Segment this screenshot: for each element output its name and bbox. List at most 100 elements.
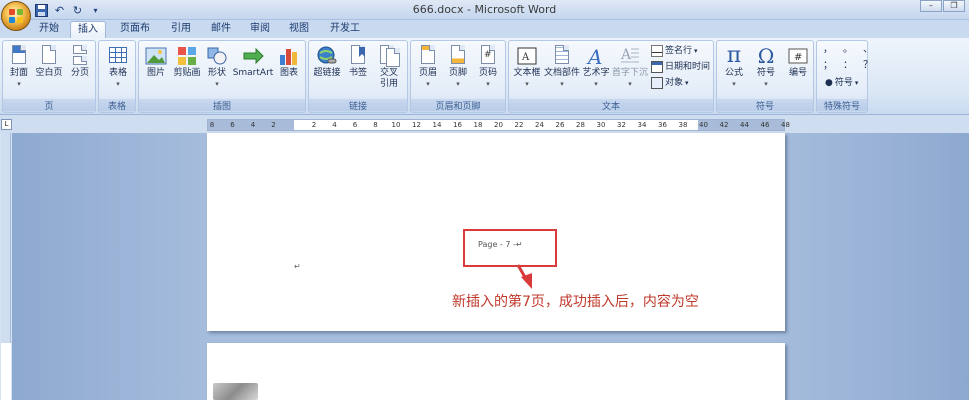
group-label-symbols: 符号 [717,99,813,112]
image-thumbnail[interactable] [213,383,258,400]
number-box-icon: # [787,45,809,67]
shapes-button[interactable]: 形状 ▾ [203,43,231,90]
tab-view[interactable]: 视图 [282,21,316,38]
group-label-header-footer: 页眉和页脚 [411,99,505,112]
ruler-number: 26 [555,121,565,129]
bookmark-button[interactable]: 书签 [343,43,373,79]
special-chars-row-1: ， 。 、 [823,43,873,57]
ribbon-tabs: 开始 插入 页面布局 引用 邮件 审阅 视图 开发工具 [0,20,969,50]
blank-page-icon [38,45,60,67]
chart-button[interactable]: 图表 [275,43,303,79]
tab-selector[interactable]: L [1,119,12,130]
group-special-symbols: ， 。 、 ； ： ？ ● 符号 ▾ 特殊符号 [816,40,873,113]
picture-button[interactable]: 图片 [141,43,171,79]
ruler-number: 10 [391,121,401,129]
bookmark-icon [347,45,369,67]
paragraph-mark: ↵ [294,262,301,271]
tab-references[interactable]: 引用 [164,21,198,38]
tab-home[interactable]: 开始 [32,21,66,38]
enumeration-comma-symbol[interactable]: 、 [863,43,873,57]
ruler-number: 16 [453,121,462,129]
group-symbols: π 公式 ▾ Ω 符号 ▾ # 编号 符号 [716,40,814,113]
document-page-7[interactable] [207,343,785,400]
vertical-ruler[interactable] [1,133,11,400]
ruler-number: 14 [432,121,442,129]
wordart-icon: A [585,45,607,69]
wordart-button[interactable]: A 艺术字 ▾ [581,43,611,90]
footer-icon [447,45,469,67]
ruler-number: 48 [781,121,790,129]
signature-line-button[interactable]: 签名行 ▾ [651,44,698,58]
tab-page-layout[interactable]: 页面布局 [111,21,159,50]
text-box-button[interactable]: A 文本框 ▾ [511,43,543,90]
ruler-number: 44 [740,121,749,129]
special-symbol-dropdown[interactable]: ● 符号 ▾ [825,76,858,90]
signature-line-icon [651,45,663,57]
group-label-illustrations: 插图 [139,99,305,112]
tab-review[interactable]: 审阅 [243,21,277,38]
symbol-button[interactable]: Ω 符号 ▾ [751,43,781,90]
ruler-number: 4 [332,121,337,129]
title-bar: ↶ ↻ ▾ 666.docx - Microsoft Word – ❐ [0,0,969,20]
ruler-number: 32 [617,121,626,129]
clip-art-button[interactable]: 剪贴画 [171,43,203,79]
colon-symbol[interactable]: ： [843,59,853,73]
cover-page-button[interactable]: 封面 ▾ [5,43,33,90]
table-button[interactable]: 表格 ▾ [103,43,133,90]
restore-button[interactable]: ❐ [943,0,965,12]
page-footer-text[interactable]: Page - 7 -↵ [478,240,523,249]
group-illustrations: 图片 剪贴画 形状 ▾ SmartArt 图表 插图 [138,40,306,113]
page-number-button[interactable]: # 页码 ▾ [473,43,503,90]
drop-cap-icon: A [619,45,641,67]
ruler-number: 6 [352,121,358,129]
tab-insert[interactable]: 插入 [70,21,106,38]
object-icon [651,77,663,89]
smartart-button[interactable]: SmartArt [231,43,275,79]
globe-link-icon [316,45,338,67]
group-pages: 封面 ▾ 空白页 分页 页 [2,40,96,113]
page-break-icon [69,45,91,67]
quick-parts-button[interactable]: 文档部件 ▾ [543,43,581,90]
header-button[interactable]: 页眉 ▾ [413,43,443,90]
question-mark-symbol[interactable]: ？ [863,59,873,73]
office-button[interactable] [1,1,31,31]
footer-button[interactable]: 页脚 ▾ [443,43,473,90]
group-label-text: 文本 [509,99,713,112]
text-box-icon: A [516,45,538,67]
ruler-number: 4 [250,121,256,129]
horizontal-ruler[interactable]: 8 6 4 2 2 4 6 8 10 12 14 16 18 20 22 24 26 28 30 32 34 36 38 40… [207,119,790,131]
clip-art-icon [176,45,198,67]
ruler-number: 6 [230,121,235,129]
equation-button[interactable]: π 公式 ▾ [719,43,749,90]
comma-symbol[interactable]: ， [823,43,833,57]
group-label-special-symbols: 特殊符号 [817,99,867,112]
svg-text:#: # [794,52,802,63]
svg-text:A: A [586,45,602,67]
tab-developer[interactable]: 开发工具 [320,21,370,50]
semicolon-symbol[interactable]: ； [823,59,833,73]
ruler-number: 2 [271,121,276,129]
page-break-button[interactable]: 分页 [65,43,95,79]
period-symbol[interactable]: 。 [843,43,853,57]
minimize-button[interactable]: – [920,0,942,12]
cross-reference-button[interactable]: 交叉 引用 [373,43,405,90]
calendar-icon [651,61,663,73]
blank-page-button[interactable]: 空白页 [33,43,65,79]
ruler-number: 8 [209,121,215,129]
header-icon [417,45,439,67]
chart-icon [278,45,300,67]
ruler-number: 2 [311,121,317,129]
hyperlink-button[interactable]: 超链接 [311,43,343,79]
ruler-number: 40 [699,121,708,129]
date-time-button[interactable]: 日期和时间 [651,60,710,74]
ruler-number: 20 [494,121,503,129]
table-icon [107,45,129,67]
ruler-number: 46 [760,121,770,129]
object-button[interactable]: 对象 ▾ [651,76,689,90]
tab-mailings[interactable]: 邮件 [204,21,238,38]
window-controls: – ❐ [919,0,965,12]
ruler-number: 24 [535,121,544,129]
numbering-button[interactable]: # 编号 [783,43,813,79]
drop-cap-button[interactable]: A 首字下沉 ▾ [611,43,649,90]
red-arrow-icon [516,264,532,289]
